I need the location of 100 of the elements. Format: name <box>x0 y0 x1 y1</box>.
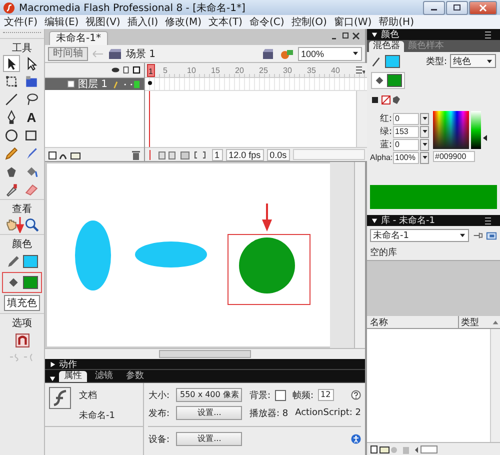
menu-item[interactable]: 窗口(W) <box>334 15 372 29</box>
menu-item[interactable]: 文本(T) <box>208 15 242 29</box>
playhead[interactable]: 1 <box>146 64 155 76</box>
caret-icon <box>422 129 428 134</box>
text-tool-button[interactable]: A <box>24 110 39 125</box>
background-color-swatch[interactable] <box>274 390 286 400</box>
menu-item[interactable]: 帮助(H) <box>378 15 414 29</box>
scrollbar[interactable] <box>292 149 365 160</box>
slider-dropdown-button[interactable] <box>420 138 429 150</box>
eraser-icon[interactable] <box>24 182 39 197</box>
document-tab[interactable]: 未命名-1* <box>49 31 108 45</box>
timeline-button[interactable]: 时间轴 <box>48 46 88 60</box>
oval-icon[interactable] <box>4 128 19 143</box>
slider-dropdown-button[interactable] <box>420 112 429 124</box>
channel-value-field[interactable]: 0 <box>393 112 419 124</box>
frame-number: 30 <box>283 66 293 74</box>
publish-settings-button[interactable]: 设置... <box>176 406 242 420</box>
eyedropper-icon[interactable] <box>4 182 19 197</box>
collapse-triangle-icon <box>371 31 378 38</box>
collapse-triangle-icon[interactable] <box>49 375 56 382</box>
channel-value-field[interactable]: 0 <box>393 138 419 150</box>
channel-label: 绿: <box>378 126 392 138</box>
frame-rate-input[interactable]: 12 <box>318 389 334 401</box>
color-section-title: 颜色 <box>0 234 44 251</box>
color-spectrum[interactable] <box>433 111 469 149</box>
slider-pointer-icon[interactable] <box>483 135 487 141</box>
stroke-pencil-icon <box>6 254 21 269</box>
gradient-transform-icon[interactable] <box>24 74 39 89</box>
color-panel-header[interactable]: 颜色 <box>367 29 500 40</box>
brightness-gradient[interactable] <box>471 111 481 149</box>
color-mode-icons[interactable] <box>371 95 401 105</box>
layer-header-icons[interactable] <box>110 66 141 74</box>
pointer-icon[interactable] <box>4 56 19 71</box>
menu-item[interactable]: 命令(C) <box>249 15 284 29</box>
new-library-icon[interactable] <box>486 230 497 241</box>
alpha-value-field[interactable]: 100% <box>393 152 419 164</box>
trash-icon[interactable] <box>130 150 141 160</box>
frame-number: 20 <box>235 66 245 74</box>
help-icon[interactable] <box>351 390 361 400</box>
stroke-color-swatch[interactable] <box>23 255 38 268</box>
timeline-menu-icon[interactable] <box>355 66 365 74</box>
document-window-controls-icon[interactable] <box>331 32 361 40</box>
column-header[interactable]: 类型 <box>459 316 491 328</box>
zoom-icon[interactable] <box>24 217 39 232</box>
add-layer-icons[interactable] <box>48 150 82 160</box>
accessibility-icon[interactable] <box>351 434 361 444</box>
menu-item[interactable]: 修改(M) <box>165 15 202 29</box>
panel-menu-icon[interactable] <box>484 216 494 224</box>
scene-label: 场景 1 <box>126 48 156 60</box>
scrollbar[interactable] <box>45 348 365 359</box>
pin-icon[interactable] <box>472 230 483 241</box>
type-label: 类型: <box>426 56 447 68</box>
lasso-icon[interactable] <box>24 92 39 107</box>
hex-color-field[interactable]: #009900 <box>433 151 475 162</box>
menu-item[interactable]: 文件(F) <box>4 15 38 29</box>
hand-icon[interactable] <box>4 217 19 232</box>
slider-dropdown-button[interactable] <box>420 152 429 164</box>
layer-status-icons[interactable] <box>110 80 141 88</box>
panel-tab[interactable]: 属性 <box>59 371 87 382</box>
scrollbar[interactable] <box>490 329 500 442</box>
device-settings-button[interactable]: 设置... <box>176 432 242 446</box>
document-name-label: 未命名-1 <box>79 410 115 422</box>
panel-tab[interactable]: 混色器 <box>369 41 404 52</box>
panel-tab[interactable]: 滤镜 <box>90 371 118 382</box>
channel-value-field[interactable]: 153 <box>393 126 419 138</box>
stroke-color-swatch[interactable] <box>385 54 400 68</box>
scrollbar[interactable] <box>356 91 367 147</box>
menu-item[interactable]: 控制(O) <box>291 15 327 29</box>
fill-color-swatch[interactable] <box>23 276 38 289</box>
transform-icon[interactable] <box>4 74 19 89</box>
fill-type-dropdown[interactable]: 纯色 <box>450 54 496 68</box>
panel-title: 颜色 <box>381 28 399 40</box>
edit-scene-icon[interactable] <box>262 48 276 60</box>
size-button[interactable]: 550 x 400 像素 <box>176 388 242 402</box>
scrollbar[interactable] <box>354 162 365 348</box>
actions-panel-header[interactable]: 动作 <box>45 359 365 370</box>
pencil-icon[interactable] <box>4 146 19 161</box>
maximize-button[interactable] <box>446 0 468 14</box>
minimize-button[interactable] <box>423 0 445 14</box>
panel-menu-icon[interactable] <box>484 30 494 38</box>
rectangle-icon[interactable] <box>24 128 39 143</box>
menu-item[interactable]: 视图(V) <box>86 15 120 29</box>
close-icon <box>478 4 488 12</box>
edit-symbols-icon[interactable] <box>280 48 294 60</box>
panel-tab[interactable]: 参数 <box>121 371 149 382</box>
zoom-dropdown[interactable]: 100% <box>298 46 362 60</box>
library-toolbar-icons[interactable] <box>370 444 440 454</box>
library-dropdown[interactable]: 未命名-1 <box>370 229 469 242</box>
menu-item[interactable]: 编辑(E) <box>44 15 79 29</box>
menu-item[interactable]: 插入(I) <box>127 15 158 29</box>
frame-rate-field: 12.0 fps <box>226 148 264 160</box>
slider-dropdown-button[interactable] <box>420 126 429 138</box>
magnet-icon[interactable] <box>14 333 30 348</box>
circle-shape[interactable] <box>239 238 295 294</box>
player-version-label: 播放器: 8 <box>249 408 288 420</box>
library-panel-header[interactable]: 库 - 未命名-1 <box>367 215 500 226</box>
fill-color-swatch[interactable] <box>387 74 402 87</box>
line-icon[interactable] <box>4 92 19 107</box>
close-button[interactable] <box>469 0 497 14</box>
layer-row[interactable]: 图层 1 <box>45 78 144 90</box>
